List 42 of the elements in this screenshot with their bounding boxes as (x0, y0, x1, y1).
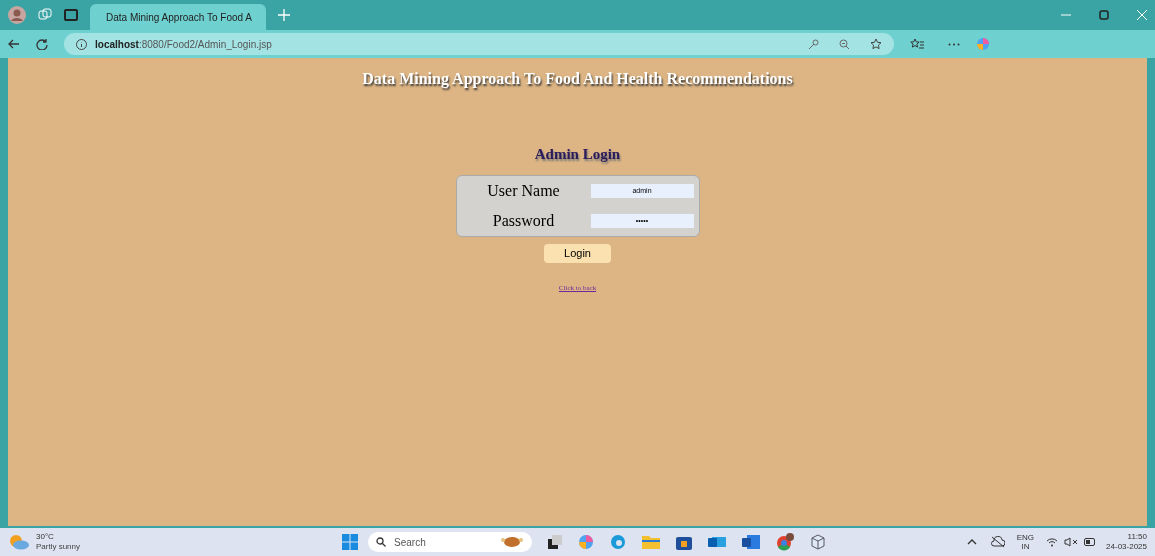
start-icon[interactable] (342, 534, 359, 550)
search-placeholder: Search (394, 535, 426, 550)
bowl-icon (500, 536, 525, 548)
refresh-icon[interactable] (36, 38, 48, 50)
muted-speaker-icon[interactable] (1064, 537, 1079, 547)
task-view-icon[interactable] (548, 535, 563, 549)
field-label: Password (491, 210, 556, 231)
store-icon[interactable] (676, 534, 693, 550)
mail-app-icon[interactable] (708, 534, 727, 550)
login-heading: Admin Login (534, 145, 621, 164)
tab-actions-icon[interactable] (64, 9, 78, 21)
temperature-text: 30°C (36, 532, 55, 542)
star-icon[interactable] (870, 38, 882, 50)
new-tab-icon[interactable] (278, 9, 290, 21)
weather-text: Partly sunny (36, 542, 81, 552)
login-button[interactable]: Login (544, 243, 611, 263)
favorites-icon[interactable] (910, 38, 924, 50)
chevron-up-icon[interactable] (966, 539, 977, 545)
close-icon[interactable] (1137, 10, 1147, 20)
field-label: User Name (486, 180, 561, 201)
page-title: Data Mining Approach To Food And Health Recommendations (362, 69, 793, 90)
document-app-icon[interactable] (742, 534, 761, 550)
back-icon[interactable] (8, 38, 20, 50)
search-icon (376, 537, 387, 547)
browser-tab[interactable]: Data Mining Approach To Food A (90, 4, 266, 30)
url-text: localhost:8080/Food2/Admin_Login.jsp (95, 37, 272, 52)
restore-icon[interactable] (1099, 10, 1109, 20)
search-field[interactable]: Search (368, 532, 533, 552)
info-icon[interactable] (76, 38, 87, 50)
language-indicator[interactable]: ENG IN (1016, 533, 1035, 551)
zoom-out-icon[interactable] (839, 38, 850, 50)
cloud-off-icon[interactable] (990, 536, 1005, 548)
cube-icon[interactable] (810, 534, 827, 550)
address-bar[interactable]: localhost:8080/Food2/Admin_Login.jsp (64, 33, 894, 55)
tab-title: Data Mining Approach To Food A (106, 10, 253, 25)
folder-icon[interactable] (642, 535, 661, 549)
clock[interactable]: 11:50 24-03-2025 (1106, 532, 1147, 552)
wifi-icon[interactable] (1046, 537, 1059, 547)
profile-icon[interactable] (8, 6, 26, 24)
key-icon[interactable] (808, 38, 819, 50)
more-icon[interactable] (948, 42, 960, 46)
battery-icon[interactable] (1084, 538, 1097, 546)
